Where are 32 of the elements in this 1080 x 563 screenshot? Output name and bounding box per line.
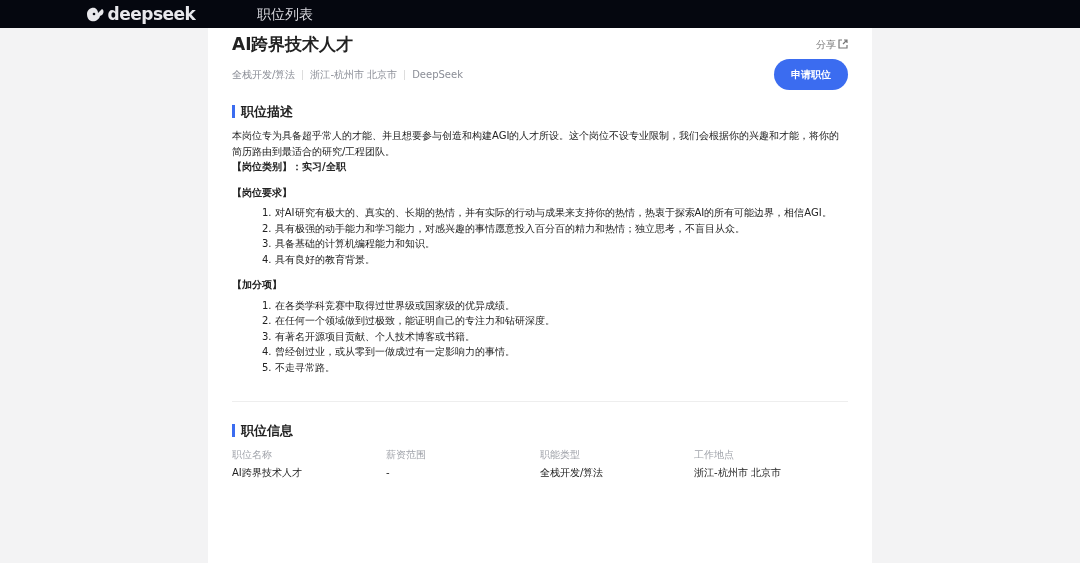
list-item: 1. 对AI研究有极大的、真实的、长期的热情，并有实际的行动与成果来支持你的热情，热衷于探索AI的所有可能边界，相信AGI。: [261, 206, 833, 221]
job-tag: 浙江-杭州市 北京市: [310, 67, 398, 83]
field-value: 全栈开发/算法: [540, 465, 605, 480]
list-item: 5. 不走寻常路。: [261, 360, 336, 375]
field-value: -: [386, 465, 391, 480]
field-label: 职能类型: [540, 448, 581, 463]
job-tag: 全栈开发/算法: [232, 67, 296, 83]
field-label: 工作地点: [694, 448, 735, 463]
list-item: 3. 具备基础的计算机编程能力和知识。: [261, 237, 436, 252]
list-item: 2. 具有极强的动手能力和学习能力，对感兴趣的事情愿意投入百分百的精力和热情；独立思考，不盲目从众。: [261, 221, 746, 236]
section-heading: 职位描述: [232, 105, 848, 119]
field-label: 职位名称: [232, 448, 273, 463]
section-heading: 职位信息: [232, 424, 848, 438]
description-text: 本岗位专为具备超乎常人的才能、并且想要参与创造和构建AGI的人才所设。这个岗位不设专业限制，我们会根据你的兴趣和才能，将你的简历路由到最适合的研究/工程团队。: [232, 129, 841, 159]
list-item: 4. 具有良好的教育背景。: [261, 252, 376, 267]
list-item: 3. 有著名开源项目贡献、个人技术博客或书籍。: [261, 329, 476, 344]
job-title: AI跨界技术人才: [232, 34, 354, 55]
share-icon: [838, 39, 848, 49]
field-value: 浙江-杭州市 北京市: [694, 465, 782, 480]
field-value: AI跨界技术人才: [232, 465, 303, 480]
field-label: 薪资范围: [386, 448, 427, 463]
nav-link[interactable]: 职位列表: [257, 3, 314, 25]
list-item: 2. 在任何一个领域做到过极致，能证明自己的专注力和钻研深度。: [261, 314, 556, 329]
subsection-heading: 【加分项】: [232, 278, 283, 293]
share-link[interactable]: 分享: [815, 36, 848, 52]
list-item: 4. 曾经创过业，或从零到一做成过有一定影响力的事情。: [261, 345, 516, 360]
job-tag: DeepSeek: [412, 67, 463, 83]
apply-button[interactable]: 申请职位: [774, 59, 848, 91]
subsection-heading: 【岗位要求】: [232, 185, 293, 200]
list-item: 1. 在各类学科竞赛中取得过世界级或国家级的优异成绩。: [261, 298, 516, 313]
job-category-text: 【岗位类别】：实习/全职: [232, 160, 347, 175]
logo-text[interactable]: deepseek: [107, 5, 196, 23]
